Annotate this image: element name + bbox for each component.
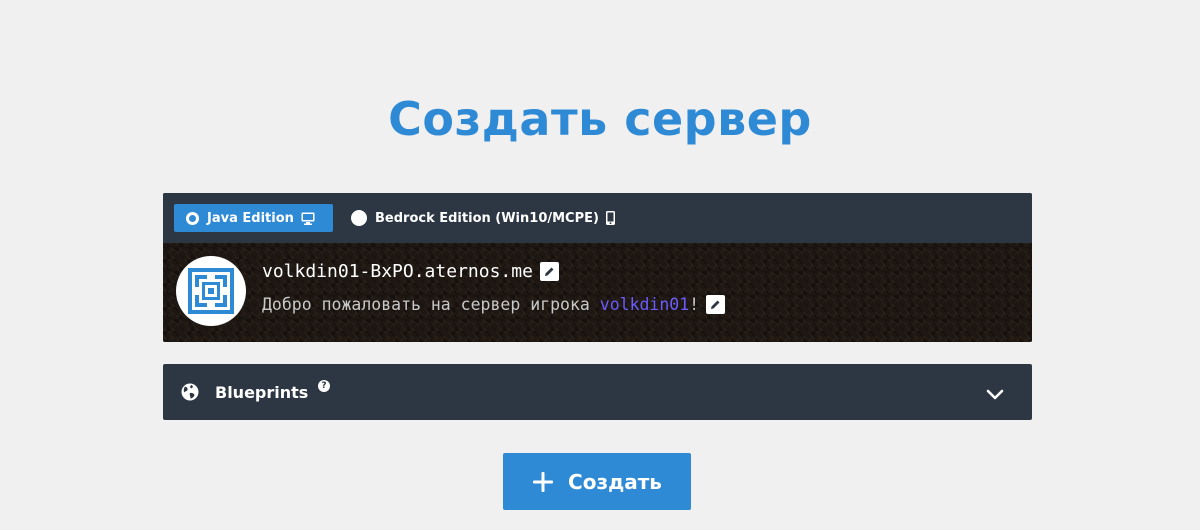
page-title: Создать сервер (388, 92, 812, 146)
globe-icon (181, 383, 199, 405)
server-logo-icon (188, 268, 234, 314)
server-logo (176, 256, 246, 326)
radio-unchecked-icon (351, 210, 367, 226)
help-icon[interactable]: ? (318, 380, 330, 392)
java-edition-label: Java Edition (207, 210, 294, 226)
chevron-down-icon (986, 385, 1004, 404)
server-address: volkdin01-BxPO.aternos.me (262, 261, 559, 282)
edition-selector: Java Edition Bedrock Edition (Win10/MCPE… (163, 193, 1032, 243)
create-button[interactable]: Создать (503, 453, 691, 510)
radio-checked-icon (186, 211, 199, 225)
desktop-icon (301, 212, 315, 225)
pencil-icon (711, 300, 720, 309)
motd-player-name: volkdin01 (599, 295, 690, 314)
pencil-icon (544, 267, 554, 276)
plus-icon (532, 471, 554, 493)
mobile-icon (605, 211, 615, 225)
server-motd: Добро пожаловать на сервер игрока volkdi… (262, 295, 726, 314)
blueprints-toggle[interactable]: Blueprints ? (163, 364, 1032, 420)
server-preview: volkdin01-BxPO.aternos.me Добро пожалова… (163, 243, 1032, 342)
server-panel: Java Edition Bedrock Edition (Win10/MCPE… (163, 193, 1032, 342)
edit-address-button[interactable] (539, 262, 559, 281)
java-edition-option[interactable]: Java Edition (174, 204, 333, 232)
motd-text: Добро пожаловать на сервер игрока (262, 295, 600, 314)
blueprints-label: Blueprints (215, 383, 309, 402)
edit-motd-button[interactable] (706, 295, 726, 314)
server-address-text: volkdin01-BxPO.aternos.me (262, 261, 533, 282)
bedrock-edition-option[interactable]: Bedrock Edition (Win10/MCPE) (351, 204, 615, 232)
bedrock-edition-label: Bedrock Edition (Win10/MCPE) (375, 210, 599, 226)
motd-suffix: ! (689, 295, 700, 314)
create-button-label: Создать (568, 469, 662, 494)
